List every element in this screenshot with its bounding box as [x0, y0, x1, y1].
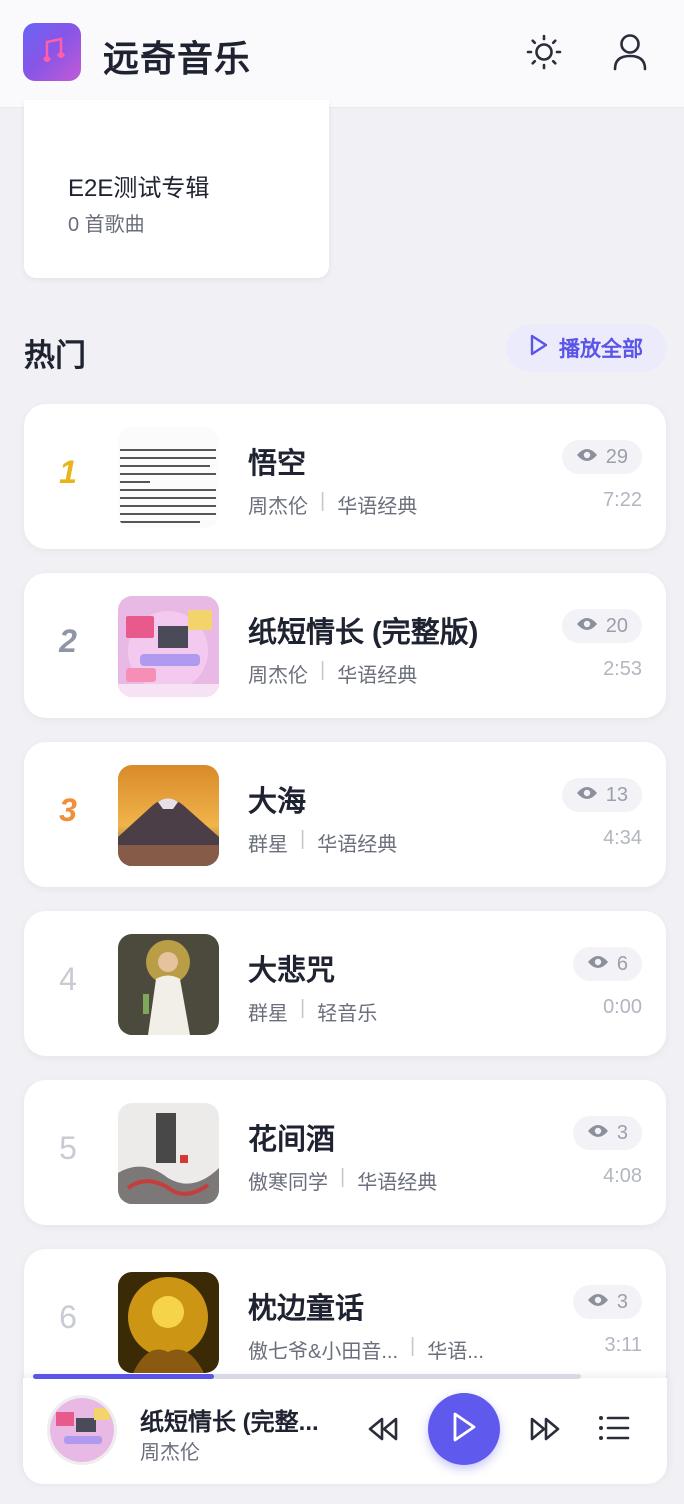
play-all-label: 播放全部 [559, 338, 643, 361]
app-title: 远奇音乐 [103, 38, 252, 79]
section-title: 热门 [24, 338, 86, 373]
fast-forward-icon[interactable] [529, 1414, 561, 1449]
play-icon [450, 1411, 478, 1448]
eye-icon [576, 615, 598, 638]
song-title: 悟空 [248, 448, 307, 480]
views-count: 29 [605, 445, 628, 468]
eye-icon [587, 953, 609, 976]
song-rank: 4 [59, 961, 77, 997]
eye-icon [576, 446, 598, 469]
song-item[interactable]: 4 大悲咒 群星 | 轻音乐 6 0:00 [24, 911, 666, 1056]
player-cover [47, 1395, 117, 1465]
separator: | [300, 997, 306, 1019]
song-artist: 群星 [248, 1003, 288, 1025]
play-button[interactable] [428, 1393, 500, 1465]
album-song-count: 0 首歌曲 [68, 214, 145, 236]
song-title: 大悲咒 [248, 955, 336, 987]
song-genre: 轻音乐 [317, 1003, 378, 1025]
views-badge: 3 [572, 1116, 642, 1150]
song-rank: 6 [59, 1299, 77, 1335]
song-rank: 3 [59, 792, 77, 828]
views-badge: 20 [561, 609, 642, 643]
play-all-button[interactable]: 播放全部 [506, 324, 666, 372]
views-count: 6 [616, 952, 628, 975]
song-artist: 傲七爷&小田音... [248, 1341, 399, 1363]
song-duration: 4:34 [603, 827, 642, 849]
song-genre: 华语经典 [317, 834, 398, 856]
eye-icon [587, 1291, 609, 1314]
song-artist: 周杰伦 [248, 496, 308, 518]
song-item[interactable]: 6 枕边童话 傲七爷&小田音... | 华语... 3 3:11 [24, 1249, 666, 1394]
song-title: 花间酒 [248, 1124, 336, 1156]
song-item[interactable]: 1 悟空 周杰伦 | 华语经典 29 7:22 [24, 404, 666, 549]
eye-icon [576, 784, 598, 807]
mini-player[interactable]: 纸短情长 (完整... 周杰伦 [23, 1374, 667, 1484]
sun-icon[interactable] [524, 30, 564, 74]
app-logo[interactable] [23, 23, 81, 81]
player-title: 纸短情长 (完整... [140, 1409, 319, 1436]
song-rank: 5 [59, 1130, 77, 1166]
views-count: 3 [616, 1290, 628, 1313]
song-title: 纸短情长 (完整版) [248, 617, 479, 649]
views-count: 3 [616, 1121, 628, 1144]
separator: | [300, 828, 306, 850]
song-genre: 华语经典 [337, 665, 418, 687]
eye-icon [587, 1122, 609, 1145]
song-meta: 傲七爷&小田音... | 华语... [248, 1335, 484, 1364]
views-count: 13 [605, 783, 628, 806]
user-icon[interactable] [610, 30, 650, 74]
song-artist: 群星 [248, 834, 288, 856]
song-item[interactable]: 5 花间酒 傲寒同学 | 华语经典 3 4:08 [24, 1080, 666, 1225]
views-badge: 13 [561, 778, 642, 812]
album-name: E2E测试专辑 [68, 175, 210, 202]
views-badge: 3 [572, 1285, 642, 1319]
rewind-icon[interactable] [367, 1414, 399, 1449]
song-cover [118, 1103, 219, 1204]
list-icon[interactable] [597, 1412, 631, 1449]
song-duration: 0:00 [603, 996, 642, 1018]
song-cover [118, 1272, 219, 1373]
app-header: 远奇音乐 [0, 0, 684, 108]
song-duration: 2:53 [603, 658, 642, 680]
views-count: 20 [605, 614, 628, 637]
album-card[interactable]: E2E测试专辑 0 首歌曲 [24, 100, 329, 278]
player-artist: 周杰伦 [140, 1442, 200, 1464]
views-badge: 29 [561, 440, 642, 474]
music-note-icon [35, 33, 69, 72]
song-artist: 周杰伦 [248, 665, 308, 687]
song-genre: 华语... [427, 1341, 484, 1363]
song-artist: 傲寒同学 [248, 1172, 328, 1194]
progress-fill [33, 1374, 214, 1379]
separator: | [340, 1166, 346, 1188]
song-title: 枕边童话 [248, 1293, 365, 1325]
separator: | [320, 659, 326, 681]
song-item[interactable]: 2 纸短情长 (完整版) 周杰伦 | 华语经典 20 2:53 [24, 573, 666, 718]
play-outline-icon [529, 334, 549, 362]
separator: | [410, 1335, 416, 1357]
song-meta: 群星 | 华语经典 [248, 828, 397, 857]
song-cover [118, 596, 219, 697]
song-genre: 华语经典 [337, 496, 418, 518]
song-cover [118, 765, 219, 866]
song-duration: 7:22 [603, 489, 642, 511]
song-item[interactable]: 3 大海 群星 | 华语经典 13 4:34 [24, 742, 666, 887]
views-badge: 6 [572, 947, 642, 981]
song-rank: 1 [59, 454, 77, 490]
song-genre: 华语经典 [357, 1172, 438, 1194]
progress-bar[interactable] [33, 1374, 581, 1379]
song-duration: 3:11 [604, 1334, 642, 1356]
song-cover [118, 934, 219, 1035]
song-cover [118, 427, 219, 528]
song-rank: 2 [59, 623, 77, 659]
song-meta: 群星 | 轻音乐 [248, 997, 377, 1026]
song-title: 大海 [248, 786, 307, 818]
song-meta: 傲寒同学 | 华语经典 [248, 1166, 437, 1195]
song-meta: 周杰伦 | 华语经典 [248, 659, 417, 688]
song-meta: 周杰伦 | 华语经典 [248, 490, 417, 519]
song-duration: 4:08 [603, 1165, 642, 1187]
separator: | [320, 490, 326, 512]
